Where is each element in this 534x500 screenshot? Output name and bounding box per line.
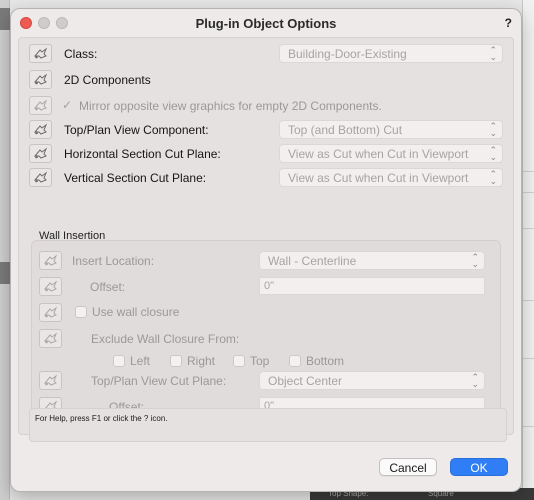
mirror-checkbox[interactable]: ✓: [62, 98, 72, 112]
use-wall-closure-checkbox[interactable]: [75, 306, 87, 318]
pin-cursor-icon[interactable]: [29, 44, 52, 63]
exclude-bottom-checkbox[interactable]: [289, 355, 301, 367]
exclude-left-checkbox[interactable]: [113, 355, 125, 367]
help-question-icon[interactable]: ?: [505, 16, 512, 30]
exclude-label: Exclude Wall Closure From:: [91, 332, 240, 346]
pin-cursor-icon[interactable]: [29, 168, 52, 187]
insert-location-row: Insert Location: Wall - Centerline ⌃ ⌄: [39, 251, 495, 271]
horizontal-cut-label: Horizontal Section Cut Plane:: [64, 147, 221, 161]
exclude-top-label: Top: [250, 354, 270, 368]
up-down-chevron-icon: ⌃ ⌄: [471, 372, 479, 389]
class-select[interactable]: Building-Door-Existing ⌃ ⌄: [279, 44, 503, 63]
pin-cursor-icon[interactable]: [29, 70, 52, 89]
exclude-bottom-label: Bottom: [306, 354, 345, 368]
cancel-button[interactable]: Cancel: [379, 458, 437, 476]
cut-plane-value: Object Center: [268, 374, 343, 388]
up-down-chevron-icon: ⌃ ⌄: [489, 145, 497, 162]
insert-location-label: Insert Location:: [72, 254, 155, 268]
mirror-label: Mirror opposite view graphics for empty …: [79, 99, 382, 113]
pin-cursor-icon[interactable]: [29, 120, 52, 139]
exclude-top-checkbox[interactable]: [233, 355, 245, 367]
up-down-chevron-icon: ⌃ ⌄: [489, 169, 497, 186]
background-right-panel: [522, 0, 534, 500]
exclude-right-label: Right: [187, 354, 216, 368]
pin-cursor-icon[interactable]: [29, 96, 52, 115]
ok-button[interactable]: OK: [450, 458, 508, 476]
vertical-cut-row: Vertical Section Cut Plane: View as Cut …: [29, 168, 507, 188]
cut-plane-label: Top/Plan View Cut Plane:: [91, 374, 227, 388]
help-box: For Help, press F1 or click the ? icon.: [29, 408, 507, 442]
exclude-left-label: Left: [130, 354, 151, 368]
horizontal-cut-select[interactable]: View as Cut when Cut in Viewport ⌃ ⌄: [279, 144, 503, 163]
pin-cursor-icon[interactable]: [39, 277, 62, 296]
exclude-row: Exclude Wall Closure From:: [39, 329, 495, 349]
offset-row: Offset: 0": [39, 277, 495, 297]
up-down-chevron-icon: ⌃ ⌄: [471, 252, 479, 269]
up-down-chevron-icon: ⌃ ⌄: [489, 45, 497, 62]
pin-cursor-icon[interactable]: [39, 303, 62, 322]
options-panel: Class: Building-Door-Existing ⌃ ⌄ 2D Comp…: [18, 37, 514, 435]
exclude-right-checkbox[interactable]: [170, 355, 182, 367]
horizontal-cut-value: View as Cut when Cut in Viewport: [288, 147, 469, 161]
insert-location-select[interactable]: Wall - Centerline ⌃ ⌄: [259, 251, 485, 270]
use-wall-closure-label: Use wall closure: [92, 305, 180, 319]
pin-cursor-icon[interactable]: [29, 144, 52, 163]
title-bar[interactable]: Plug-in Object Options ?: [11, 9, 521, 37]
cut-plane-row: Top/Plan View Cut Plane: Object Center ⌃…: [39, 371, 495, 391]
exclude-options-row: Left Right Top Bottom: [39, 352, 495, 372]
top-plan-view-select[interactable]: Top (and Bottom) Cut ⌃ ⌄: [279, 120, 503, 139]
pin-cursor-icon[interactable]: [39, 329, 62, 348]
help-text: For Help, press F1 or click the ? icon.: [35, 414, 168, 423]
2d-components-label: 2D Components: [64, 73, 151, 87]
mirror-row: ✓ Mirror opposite view graphics for empt…: [29, 96, 507, 116]
vertical-cut-select[interactable]: View as Cut when Cut in Viewport ⌃ ⌄: [279, 168, 503, 187]
offset-label: Offset:: [90, 280, 126, 294]
top-plan-view-row: Top/Plan View Component: Top (and Bottom…: [29, 120, 507, 140]
2d-components-row: 2D Components: [29, 70, 507, 90]
wall-insertion-group: Insert Location: Wall - Centerline ⌃ ⌄ Of…: [31, 240, 501, 420]
horizontal-cut-row: Horizontal Section Cut Plane: View as Cu…: [29, 144, 507, 164]
vertical-cut-label: Vertical Section Cut Plane:: [64, 171, 207, 185]
offset-field[interactable]: 0": [259, 277, 485, 295]
background-left-panel: [0, 0, 10, 500]
use-wall-closure-row: Use wall closure: [39, 303, 495, 323]
insert-location-value: Wall - Centerline: [268, 254, 357, 268]
class-label: Class:: [64, 47, 98, 61]
up-down-chevron-icon: ⌃ ⌄: [489, 121, 497, 138]
vertical-cut-value: View as Cut when Cut in Viewport: [288, 171, 469, 185]
plugin-object-options-dialog: Plug-in Object Options ? Class: Building…: [10, 8, 522, 492]
class-row: Class: Building-Door-Existing ⌃ ⌄: [29, 44, 507, 64]
top-plan-view-label: Top/Plan View Component:: [64, 123, 209, 137]
pin-cursor-icon[interactable]: [39, 251, 62, 270]
window-title: Plug-in Object Options: [195, 16, 337, 31]
pin-cursor-icon[interactable]: [39, 371, 62, 390]
cut-plane-select[interactable]: Object Center ⌃ ⌄: [259, 371, 485, 390]
top-plan-view-value: Top (and Bottom) Cut: [288, 123, 403, 137]
class-select-value: Building-Door-Existing: [288, 47, 407, 61]
